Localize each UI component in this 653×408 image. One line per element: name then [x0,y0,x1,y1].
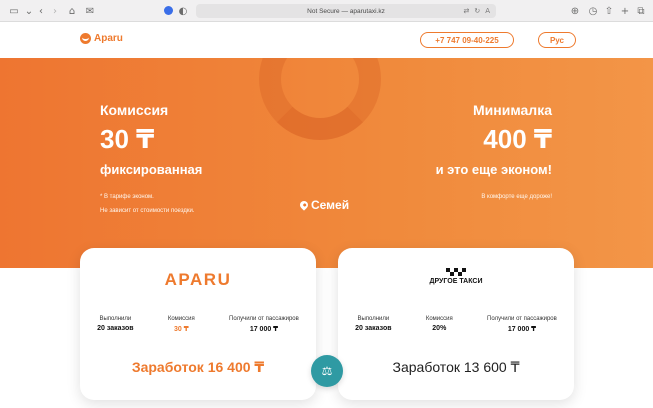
other-taxi-earnings: Заработок 13 600 ₸ [392,359,520,375]
language-button[interactable]: Рус [538,32,576,48]
hero-banner: Комиссия 30 ₸ фиксированная * В тарифе э… [0,58,653,268]
minimum-value: 400 ₸ [483,124,552,154]
scales-icon: ⚖ [321,364,333,378]
phone-button[interactable]: +7 747 09-40-225 [420,32,514,48]
privacy-icon[interactable] [164,6,173,15]
stat-value: 17 000 ₸ [249,326,279,333]
city-selector[interactable]: Семей [298,198,350,212]
aparu-earnings: Заработок 16 400 ₸ [131,359,265,375]
download-icon[interactable]: ⊕ [570,4,580,18]
shield-icon[interactable]: ◐ [178,4,188,18]
stat-value: 20 заказов [97,325,134,332]
location-pin-icon [298,199,310,211]
aparu-brand: APARU [164,270,232,289]
stat-label: Получили от пассажиров [487,316,557,322]
other-taxi-logo: ДРУГОЕ ТАКСИ [338,268,574,285]
tabs-icon[interactable]: ⧉ [635,4,647,18]
home-icon[interactable]: ⌂ [66,4,78,18]
stat-received: Получили от пассажиров 17 000 ₸ [229,316,299,333]
aparu-card: APARU Выполнили 20 заказов Комиссия 30 ₸… [80,248,316,400]
stat-label: Комиссия [425,316,453,322]
stat-commission: Комиссия 30 ₸ [168,316,195,333]
logo-text: Aparu [94,33,123,44]
browser-toolbar: ▭ ⌄ ‹ › ⌂ ✉ ◐ Not Secure — aparutaxi.kz … [0,0,653,22]
stat-received: Получили от пассажиров 17 000 ₸ [487,316,557,333]
reload-icon[interactable]: ↻ [474,7,480,15]
other-taxi-card: ДРУГОЕ ТАКСИ Выполнили 20 заказов Комисс… [338,248,574,400]
compare-button[interactable]: ⚖ [311,355,343,387]
address-bar[interactable]: Not Secure — aparutaxi.kz ⇄ ↻ A [196,4,496,18]
stat-value: 20% [432,325,447,332]
commission-subtitle: фиксированная [100,162,203,177]
font-size-icon[interactable]: A [485,7,490,15]
site-header: Aparu +7 747 09-40-225 Рус [0,22,653,58]
mail-icon[interactable]: ✉ [84,4,96,18]
minimum-subtitle: и это еще эконом! [435,162,552,177]
back-icon[interactable]: ‹ [36,4,46,18]
commission-title: Комиссия [100,102,169,118]
share-icon[interactable]: ⇧ [604,4,614,18]
minimum-note: В комфорте еще дороже! [481,194,552,200]
stat-value: 17 000 ₸ [507,326,537,333]
history-icon[interactable]: ◷ [588,4,598,18]
other-taxi-brand: ДРУГОЕ ТАКСИ [429,278,483,285]
stat-label: Получили от пассажиров [229,316,299,322]
commission-note-2: Не зависит от стоимости поездки. [100,208,195,214]
sidebar-icon[interactable]: ▭ [8,4,20,18]
stat-value: 30 ₸ [173,326,189,333]
logo-icon [80,33,91,44]
stat-orders: Выполнили 20 заказов [355,316,391,333]
stat-label: Выполнили [357,316,390,322]
chevron-down-icon[interactable]: ⌄ [24,4,34,18]
city-name: Семей [311,198,350,212]
address-text: Not Secure — aparutaxi.kz [307,7,385,15]
translate-icon[interactable]: ⇄ [463,7,469,15]
stat-label: Выполнили [99,316,132,322]
stat-orders: Выполнили 20 заказов [97,316,133,333]
stat-value: 20 заказов [355,325,392,332]
logo[interactable]: Aparu [80,33,123,44]
aparu-stats: Выполнили 20 заказов Комиссия 30 ₸ Получ… [80,316,316,333]
commission-value: 30 ₸ [100,124,155,154]
commission-note-1: * В тарифе эконом. [100,194,154,200]
minimum-title: Минималка [473,102,552,118]
decorative-arc [259,58,381,140]
checker-icon [446,268,466,276]
address-bar-icons: ⇄ ↻ A [463,4,490,18]
stat-label: Комиссия [167,316,195,322]
new-tab-icon[interactable]: + [620,4,630,18]
stat-commission: Комиссия 20% [426,316,453,333]
forward-icon[interactable]: › [50,4,60,18]
other-taxi-stats: Выполнили 20 заказов Комиссия 20% Получи… [338,316,574,333]
